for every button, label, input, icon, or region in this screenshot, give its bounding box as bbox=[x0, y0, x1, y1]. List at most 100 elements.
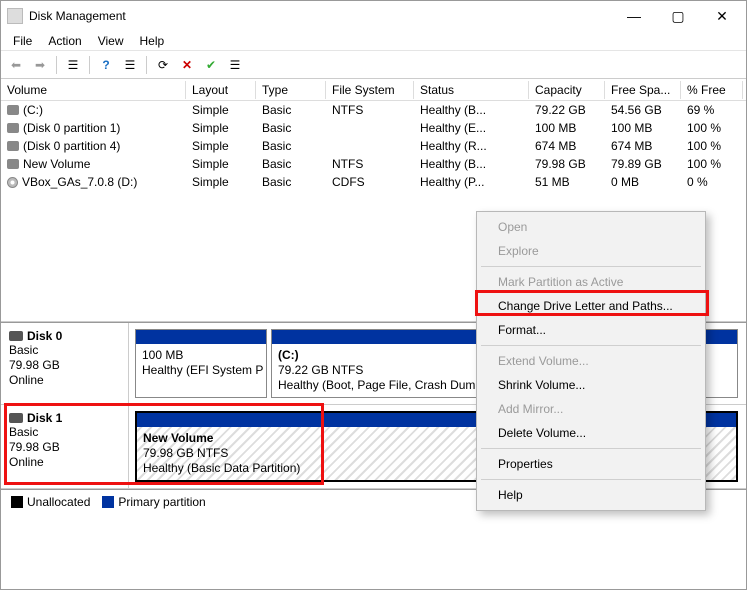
settings-button[interactable]: ☰ bbox=[224, 54, 246, 76]
disk-size: 79.98 GB bbox=[9, 440, 120, 455]
disk-header[interactable]: Disk 0 Basic 79.98 GB Online bbox=[1, 323, 129, 404]
toolbar-separator bbox=[146, 56, 147, 74]
cell-status: Healthy (E... bbox=[414, 120, 529, 136]
toolbar: ⬅ ➡ ☰ ? ☰ ⟳ ✕ ✔ ☰ bbox=[1, 51, 746, 79]
app-icon bbox=[7, 8, 23, 24]
list-header: Volume Layout Type File System Status Ca… bbox=[1, 79, 746, 101]
menu-file[interactable]: File bbox=[5, 32, 40, 50]
cell-layout: Simple bbox=[186, 174, 256, 190]
context-menu: Open Explore Mark Partition as Active Ch… bbox=[476, 211, 706, 511]
col-layout[interactable]: Layout bbox=[186, 81, 256, 99]
forward-button[interactable]: ➡ bbox=[29, 54, 51, 76]
refresh-button[interactable]: ⟳ bbox=[152, 54, 174, 76]
cell-status: Healthy (P... bbox=[414, 174, 529, 190]
cell-status: Healthy (R... bbox=[414, 138, 529, 154]
ctx-separator bbox=[481, 266, 701, 267]
table-row[interactable]: New VolumeSimpleBasicNTFSHealthy (B...79… bbox=[1, 155, 746, 173]
disk-type: Basic bbox=[9, 343, 120, 358]
ctx-open: Open bbox=[480, 215, 702, 239]
cell-percent: 100 % bbox=[681, 120, 743, 136]
disk-type: Basic bbox=[9, 425, 120, 440]
disk-state: Online bbox=[9, 373, 120, 388]
cell-free: 674 MB bbox=[605, 138, 681, 154]
ctx-separator bbox=[481, 448, 701, 449]
cell-layout: Simple bbox=[186, 120, 256, 136]
disk-icon bbox=[9, 413, 23, 423]
volume-band bbox=[136, 330, 266, 344]
legend-swatch-primary bbox=[102, 496, 114, 508]
cell-capacity: 51 MB bbox=[529, 174, 605, 190]
close-button[interactable]: ✕ bbox=[700, 1, 744, 31]
ctx-format[interactable]: Format... bbox=[480, 318, 702, 342]
detail-button[interactable]: ☰ bbox=[119, 54, 141, 76]
ctx-explore: Explore bbox=[480, 239, 702, 263]
disk-header[interactable]: Disk 1 Basic 79.98 GB Online bbox=[1, 405, 129, 488]
cell-fs: CDFS bbox=[326, 174, 414, 190]
legend-unallocated: Unallocated bbox=[27, 495, 90, 509]
ctx-change-drive-letter[interactable]: Change Drive Letter and Paths... bbox=[480, 294, 702, 318]
cell-fs bbox=[326, 145, 414, 147]
col-type[interactable]: Type bbox=[256, 81, 326, 99]
cell-fs bbox=[326, 127, 414, 129]
delete-button[interactable]: ✕ bbox=[176, 54, 198, 76]
table-row[interactable]: (Disk 0 partition 4) SimpleBasic Healthy (… bbox=[1, 137, 746, 155]
cell-layout: Simple bbox=[186, 138, 256, 154]
disk-size: 79.98 GB bbox=[9, 358, 120, 373]
volume-size: 100 MB bbox=[142, 348, 260, 363]
col-percent[interactable]: % Free bbox=[681, 81, 743, 99]
cell-free: 100 MB bbox=[605, 120, 681, 136]
cell-volume: (C:) bbox=[23, 103, 43, 117]
table-row[interactable]: (C:)SimpleBasicNTFSHealthy (B...79.22 GB… bbox=[1, 101, 746, 119]
drive-icon bbox=[7, 141, 19, 151]
ctx-shrink[interactable]: Shrink Volume... bbox=[480, 373, 702, 397]
window-title: Disk Management bbox=[29, 9, 612, 23]
maximize-button[interactable]: ▢ bbox=[656, 1, 700, 31]
table-row[interactable]: VBox_GAs_7.0.8 (D:) SimpleBasicCDFSHealth… bbox=[1, 173, 746, 191]
cell-volume: New Volume bbox=[23, 157, 90, 171]
menu-help[interactable]: Help bbox=[132, 32, 173, 50]
back-button[interactable]: ⬅ bbox=[5, 54, 27, 76]
menu-bar: File Action View Help bbox=[1, 31, 746, 51]
cell-volume: (Disk 0 partition 4) bbox=[23, 139, 120, 153]
col-filesystem[interactable]: File System bbox=[326, 81, 414, 99]
disk-icon bbox=[9, 331, 23, 341]
cell-free: 79.89 GB bbox=[605, 156, 681, 172]
show-hide-button[interactable]: ☰ bbox=[62, 54, 84, 76]
cell-status: Healthy (B... bbox=[414, 156, 529, 172]
ctx-separator bbox=[481, 479, 701, 480]
ctx-mark-active: Mark Partition as Active bbox=[480, 270, 702, 294]
cell-fs: NTFS bbox=[326, 102, 414, 118]
ctx-add-mirror: Add Mirror... bbox=[480, 397, 702, 421]
toolbar-separator bbox=[89, 56, 90, 74]
ctx-delete[interactable]: Delete Volume... bbox=[480, 421, 702, 445]
cell-capacity: 674 MB bbox=[529, 138, 605, 154]
cell-type: Basic bbox=[256, 156, 326, 172]
cell-volume: VBox_GAs_7.0.8 (D:) bbox=[22, 175, 137, 189]
properties-button[interactable]: ✔ bbox=[200, 54, 222, 76]
disk-state: Online bbox=[9, 455, 120, 470]
col-status[interactable]: Status bbox=[414, 81, 529, 99]
help-button[interactable]: ? bbox=[95, 54, 117, 76]
minimize-button[interactable]: — bbox=[612, 1, 656, 31]
toolbar-separator bbox=[56, 56, 57, 74]
cell-percent: 100 % bbox=[681, 138, 743, 154]
legend-swatch-unallocated bbox=[11, 496, 23, 508]
ctx-help[interactable]: Help bbox=[480, 483, 702, 507]
cell-type: Basic bbox=[256, 102, 326, 118]
col-free[interactable]: Free Spa... bbox=[605, 81, 681, 99]
volume-status: Healthy (EFI System P bbox=[142, 363, 260, 378]
cell-type: Basic bbox=[256, 138, 326, 154]
cell-free: 0 MB bbox=[605, 174, 681, 190]
menu-view[interactable]: View bbox=[90, 32, 132, 50]
ctx-properties[interactable]: Properties bbox=[480, 452, 702, 476]
cell-capacity: 79.98 GB bbox=[529, 156, 605, 172]
col-capacity[interactable]: Capacity bbox=[529, 81, 605, 99]
table-row[interactable]: (Disk 0 partition 1)SimpleBasicHealthy (… bbox=[1, 119, 746, 137]
cell-type: Basic bbox=[256, 174, 326, 190]
col-volume[interactable]: Volume bbox=[1, 81, 186, 99]
cell-fs: NTFS bbox=[326, 156, 414, 172]
volume-box[interactable]: 100 MB Healthy (EFI System P bbox=[135, 329, 267, 398]
menu-action[interactable]: Action bbox=[40, 32, 89, 50]
disk-title: Disk 0 bbox=[27, 329, 62, 343]
legend-primary: Primary partition bbox=[118, 495, 205, 509]
